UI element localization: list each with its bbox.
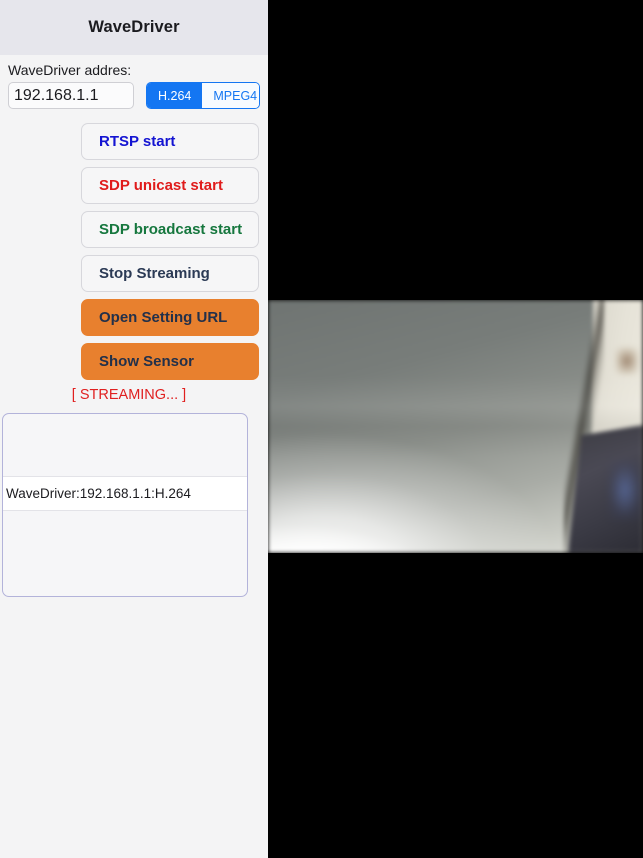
address-label: WaveDriver addres:	[8, 62, 132, 78]
navigation-bar: WaveDriver	[0, 0, 268, 55]
rtsp-start-label: RTSP start	[99, 133, 176, 150]
address-row: WaveDriver addres: H.264 MPEG4	[0, 55, 268, 109]
list-item-selected[interactable]: WaveDriver:192.168.1.1:H.264	[3, 476, 247, 511]
segment-h264[interactable]: H.264	[147, 83, 203, 108]
stop-streaming-label: Stop Streaming	[99, 265, 210, 282]
rtsp-start-button[interactable]: RTSP start	[81, 123, 259, 160]
preview-blur-wrapper	[268, 300, 643, 553]
sdp-broadcast-start-button[interactable]: SDP broadcast start	[81, 211, 259, 248]
list-item[interactable]	[3, 414, 247, 445]
sdp-unicast-start-label: SDP unicast start	[99, 177, 223, 194]
camera-preview-image	[268, 300, 643, 553]
preview-bright-curve	[268, 300, 643, 553]
device-list-box[interactable]: WaveDriver:192.168.1.1:H.264	[2, 413, 248, 597]
streaming-status-text: [ STREAMING... ]	[71, 387, 187, 403]
list-item[interactable]	[3, 445, 247, 476]
segment-mpeg4[interactable]: MPEG4	[202, 83, 259, 108]
list-item[interactable]	[3, 542, 247, 573]
action-button-stack: RTSP start SDP unicast start SDP broadca…	[0, 123, 268, 380]
stop-streaming-button[interactable]: Stop Streaming	[81, 255, 259, 292]
list-item[interactable]	[3, 511, 247, 542]
sdp-unicast-start-button[interactable]: SDP unicast start	[81, 167, 259, 204]
address-input[interactable]	[8, 82, 134, 109]
address-controls: H.264 MPEG4	[8, 82, 260, 109]
video-preview-pane[interactable]	[268, 0, 643, 858]
control-panel: WaveDriver WaveDriver addres: H.264 MPEG…	[0, 0, 268, 858]
show-sensor-button[interactable]: Show Sensor	[81, 343, 259, 380]
open-setting-url-button[interactable]: Open Setting URL	[81, 299, 259, 336]
device-list-rows: WaveDriver:192.168.1.1:H.264	[3, 414, 247, 573]
page-title: WaveDriver	[88, 18, 180, 36]
codec-segmented-control[interactable]: H.264 MPEG4	[146, 82, 260, 109]
show-sensor-label: Show Sensor	[99, 353, 195, 370]
sdp-broadcast-start-label: SDP broadcast start	[99, 221, 243, 238]
open-setting-url-label: Open Setting URL	[99, 309, 228, 326]
